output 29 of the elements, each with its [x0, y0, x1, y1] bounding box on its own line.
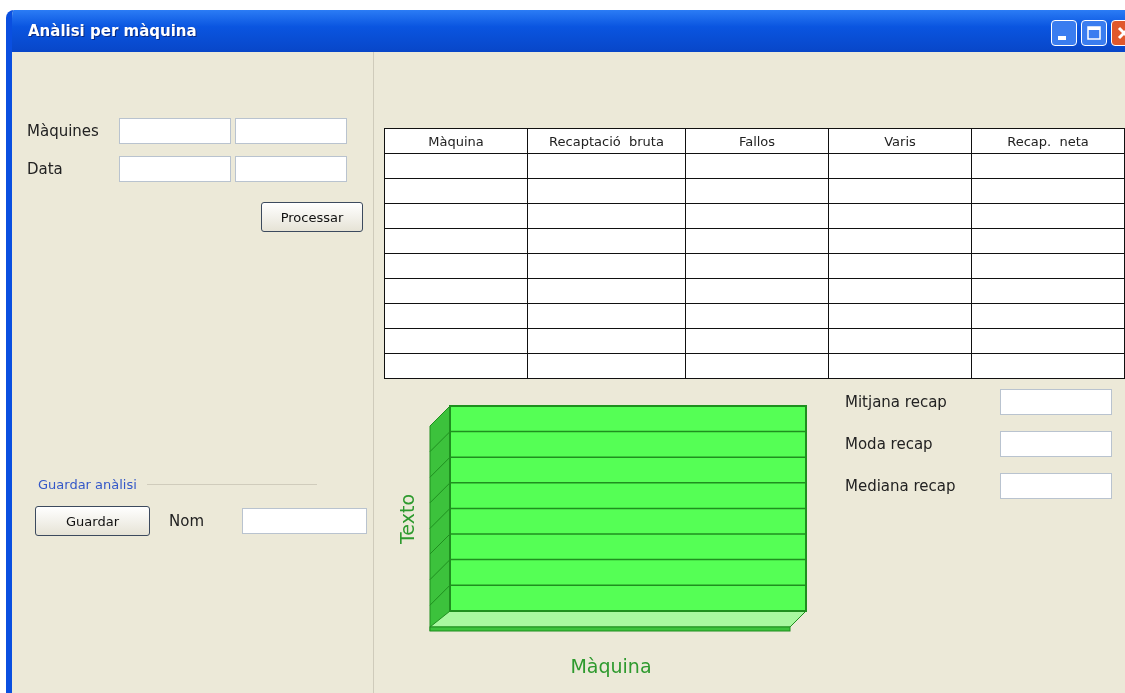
y-axis-title: Texto [396, 493, 418, 545]
save-button[interactable]: Guardar [35, 506, 150, 536]
stat-field[interactable] [1000, 389, 1112, 415]
column-header: Fallos [685, 128, 829, 154]
minimize-icon [1058, 36, 1066, 40]
stat-label: Mediana recap [845, 477, 957, 495]
input-field[interactable] [119, 156, 231, 182]
x-axis-title: Màquina [570, 655, 652, 677]
column-header: Recaptació bruta [527, 128, 686, 154]
field-label: Nom [169, 512, 204, 530]
input-field[interactable] [235, 118, 347, 144]
field-label: Data [26, 160, 64, 178]
name-field[interactable] [242, 508, 367, 534]
column-header: Màquina [384, 128, 528, 154]
group-title: Guardar anàlisi [38, 477, 137, 492]
window-title: Anàlisi per màquina [28, 22, 197, 40]
stat-field[interactable] [1000, 431, 1112, 457]
maximize-button[interactable] [1081, 20, 1107, 46]
column-header: Varis [828, 128, 972, 154]
field-label: Màquines [26, 122, 100, 140]
process-button[interactable]: Processar [261, 202, 363, 232]
stat-label: Moda recap [845, 435, 934, 453]
stat-label: Mitjana recap [845, 393, 948, 411]
input-field[interactable] [119, 118, 231, 144]
input-field[interactable] [235, 156, 347, 182]
column-header: Recap. neta [971, 128, 1125, 154]
maximize-icon [1087, 26, 1101, 40]
minimize-button[interactable] [1051, 20, 1077, 46]
stat-field[interactable] [1000, 473, 1112, 499]
